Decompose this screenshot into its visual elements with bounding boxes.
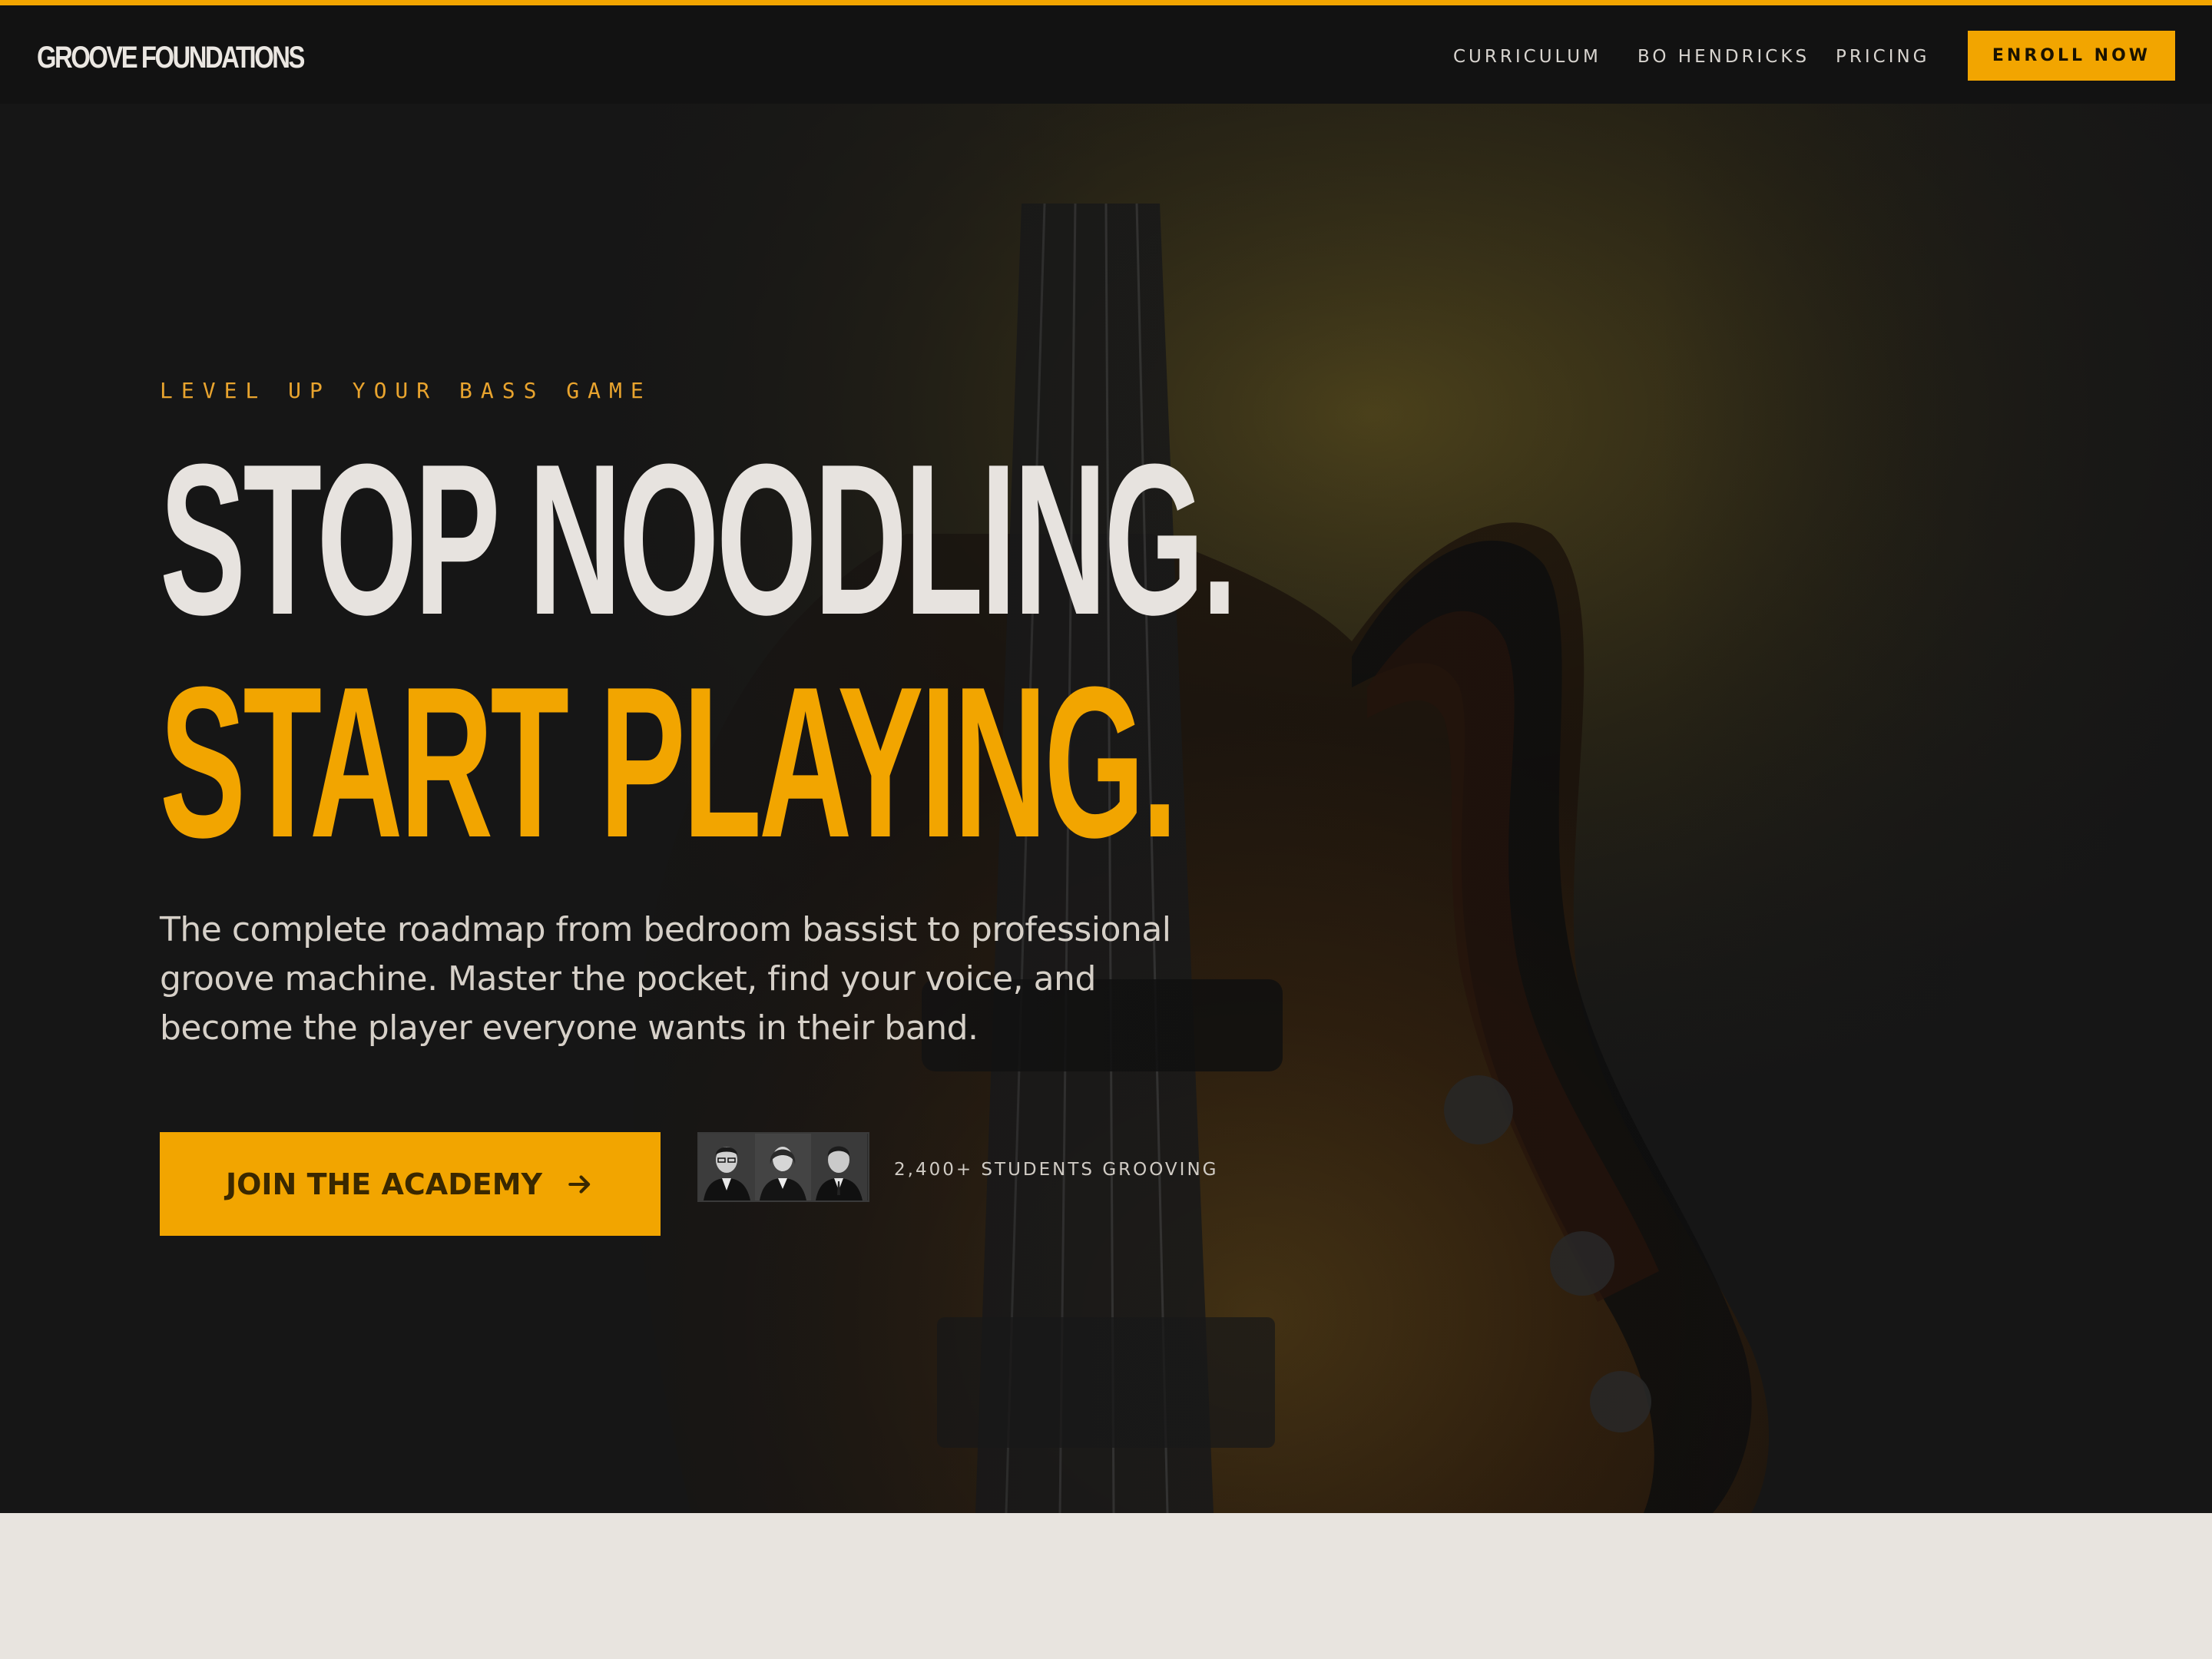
hero-headline-line-1: STOP NOODLING.	[160, 420, 1237, 660]
avatar	[699, 1134, 755, 1200]
next-section-background	[0, 1513, 2212, 1659]
hero-eyebrow: LEVEL UP YOUR BASS GAME	[160, 378, 652, 403]
hero-headline-line-2: START PLAYING.	[160, 643, 1177, 882]
site-logo[interactable]: GROOVE FOUNDATIONS	[37, 38, 305, 78]
avatar	[811, 1134, 867, 1200]
student-avatars	[697, 1132, 869, 1202]
top-navbar: GROOVE FOUNDATIONS CURRICULUM BO HENDRIC…	[0, 5, 2212, 104]
avatar	[755, 1134, 811, 1200]
students-count-label: 2,400+ STUDENTS GROOVING	[894, 1160, 1219, 1180]
join-button-label: JOIN THE ACADEMY	[225, 1167, 543, 1201]
enroll-now-button[interactable]: ENROLL NOW	[1968, 31, 2175, 81]
hero-subcopy: The complete roadmap from bedroom bassis…	[160, 910, 1171, 1048]
arrow-right-icon	[568, 1174, 591, 1194]
nav-link-curriculum[interactable]: CURRICULUM	[1453, 45, 1601, 68]
accent-top-border	[0, 0, 2212, 5]
hero-section: LEVEL UP YOUR BASS GAME STOP NOODLING. S…	[0, 104, 2212, 1513]
nav-link-bo-hendricks[interactable]: BO HENDRICKS	[1637, 45, 1810, 68]
nav-link-pricing[interactable]: PRICING	[1836, 45, 1930, 68]
join-the-academy-button[interactable]: JOIN THE ACADEMY	[160, 1132, 661, 1236]
